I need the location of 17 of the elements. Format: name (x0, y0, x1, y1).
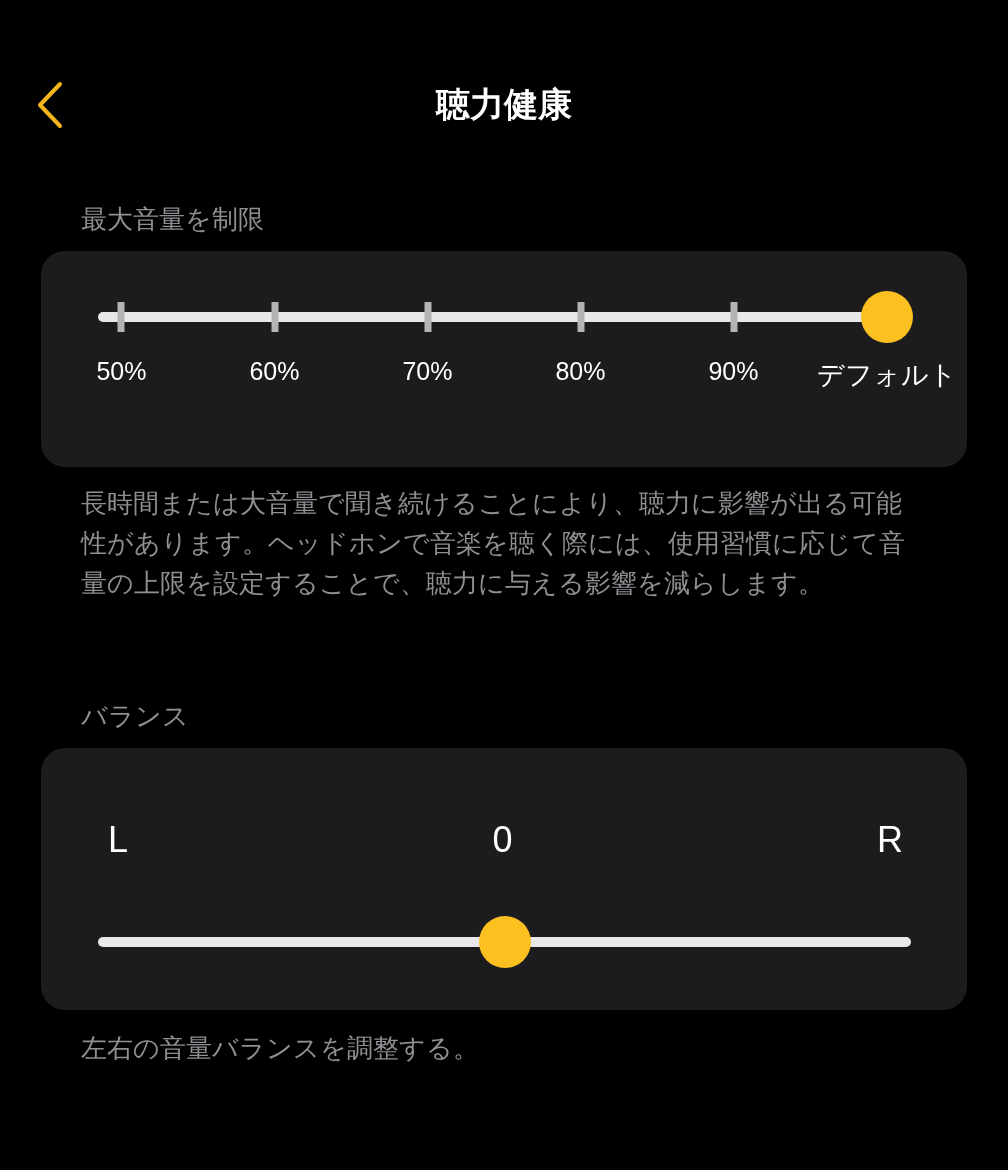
slider-stop-label[interactable]: 70% (351, 357, 504, 393)
back-icon[interactable] (36, 81, 64, 129)
description-text: 長時間または大音量で聞き続けることにより、聴力に影響が出る可能性があります。ヘッドホンで音楽を聴く際には、使用習慣に応じて音量の上限を設定することで、聴力に与える影響を減らします。 (81, 487, 906, 600)
slider-stop-label[interactable]: 50% (45, 357, 198, 393)
slider-stop-label[interactable]: 60% (198, 357, 351, 393)
slider-thumb[interactable] (860, 291, 913, 343)
balance-value: 0 (492, 818, 513, 862)
left-label: L (108, 818, 129, 862)
slider-stop-label[interactable]: デフォルト (810, 357, 963, 393)
section-label: 最大音量を制限 (81, 203, 265, 236)
slider-stop-label[interactable]: 90% (657, 357, 810, 393)
section-label: バランス (81, 700, 190, 733)
page-title: 聴力健康 (436, 84, 572, 125)
slider-stop-label[interactable]: 80% (504, 357, 657, 393)
description-text: 左右の音量バランスを調整する。 (81, 1032, 480, 1065)
slider-thumb[interactable] (478, 916, 531, 968)
right-label: R (877, 818, 903, 862)
